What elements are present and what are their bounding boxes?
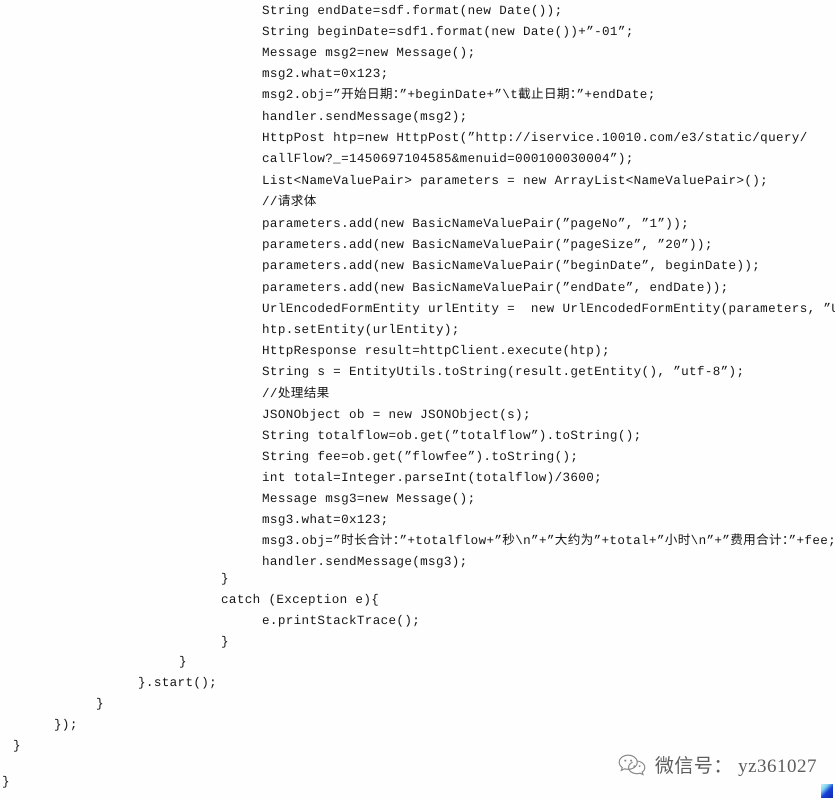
code-line: e.printStackTrace(); — [262, 614, 421, 628]
code-line: //处理结果 — [262, 387, 330, 401]
code-line: List<NameValuePair> parameters = new Arr… — [262, 174, 769, 188]
code-line: callFlow?_=1450697104585&menuid=00010003… — [262, 152, 634, 166]
code-line: } — [2, 775, 10, 789]
code-line: handler.sendMessage(msg3); — [262, 555, 468, 569]
code-line: htp.setEntity(urlEntity); — [262, 323, 460, 337]
code-line: HttpResponse result=httpClient.execute(h… — [262, 344, 610, 358]
wechat-id-label: 微信号： yz361027 — [654, 756, 817, 777]
code-line: //请求体 — [262, 195, 317, 209]
code-line: } — [96, 697, 104, 711]
code-line: msg2.what=0x123; — [262, 67, 389, 81]
code-screenshot-canvas: String endDate=sdf.format(new Date()); St… — [0, 0, 835, 800]
code-line: parameters.add(new BasicNameValuePair(”p… — [262, 238, 713, 252]
code-line: parameters.add(new BasicNameValuePair(”p… — [262, 217, 690, 231]
code-line: UrlEncodedFormEntity urlEntity = new Url… — [262, 302, 835, 316]
code-line: parameters.add(new BasicNameValuePair(”e… — [262, 281, 729, 295]
code-line: msg3.what=0x123; — [262, 513, 389, 527]
code-line: String endDate=sdf.format(new Date()); — [262, 4, 563, 18]
code-line: }); — [54, 718, 78, 732]
code-line: String s = EntityUtils.toString(result.g… — [262, 365, 745, 379]
code-line: }.start(); — [138, 676, 218, 690]
code-line: handler.sendMessage(msg2); — [262, 110, 468, 124]
code-line: } — [221, 572, 229, 586]
code-line: } — [221, 635, 229, 649]
code-line: } — [13, 739, 21, 753]
code-line: catch (Exception e){ — [221, 593, 380, 607]
code-line: msg3.obj=”时长合计：”+totalflow+”秒\n”+”大约为”+t… — [262, 534, 835, 548]
code-line: int total=Integer.parseInt(totalflow)/36… — [262, 471, 603, 485]
code-line: String totalflow=ob.get(”totalflow”).toS… — [262, 429, 642, 443]
wechat-watermark: 微信号： yz361027 — [617, 751, 817, 778]
code-line: JSONObject ob = new JSONObject(s); — [262, 408, 531, 422]
code-line: Message msg2=new Message(); — [262, 46, 476, 60]
code-line: String fee=ob.get(”flowfee”).toString(); — [262, 450, 579, 464]
code-line: } — [179, 655, 187, 669]
code-line: msg2.obj=”开始日期：”+beginDate+”\t截止日期：”+end… — [262, 88, 656, 102]
blue-corner-mark — [821, 784, 833, 798]
code-line: String beginDate=sdf1.format(new Date())… — [262, 25, 634, 39]
code-line: Message msg3=new Message(); — [262, 492, 476, 506]
code-line: HttpPost htp=new HttpPost(”http://iservi… — [262, 131, 808, 145]
wechat-bubble-icon — [617, 753, 647, 777]
code-line: parameters.add(new BasicNameValuePair(”b… — [262, 259, 761, 273]
